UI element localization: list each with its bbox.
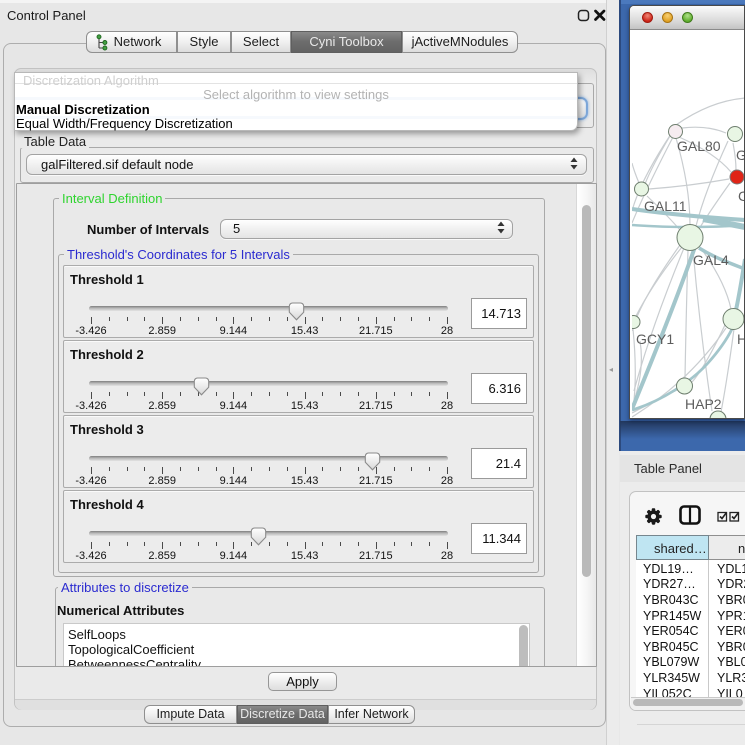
svg-text:H: H [737, 331, 745, 347]
svg-text:C: C [738, 188, 745, 204]
svg-text:GAL4: GAL4 [693, 252, 729, 268]
svg-text:GA: GA [736, 147, 745, 163]
svg-text:GAL11: GAL11 [644, 198, 687, 214]
svg-text:GCY1: GCY1 [636, 331, 674, 347]
svg-text:GAL80: GAL80 [677, 138, 721, 154]
svg-text:HAP2: HAP2 [685, 396, 722, 412]
